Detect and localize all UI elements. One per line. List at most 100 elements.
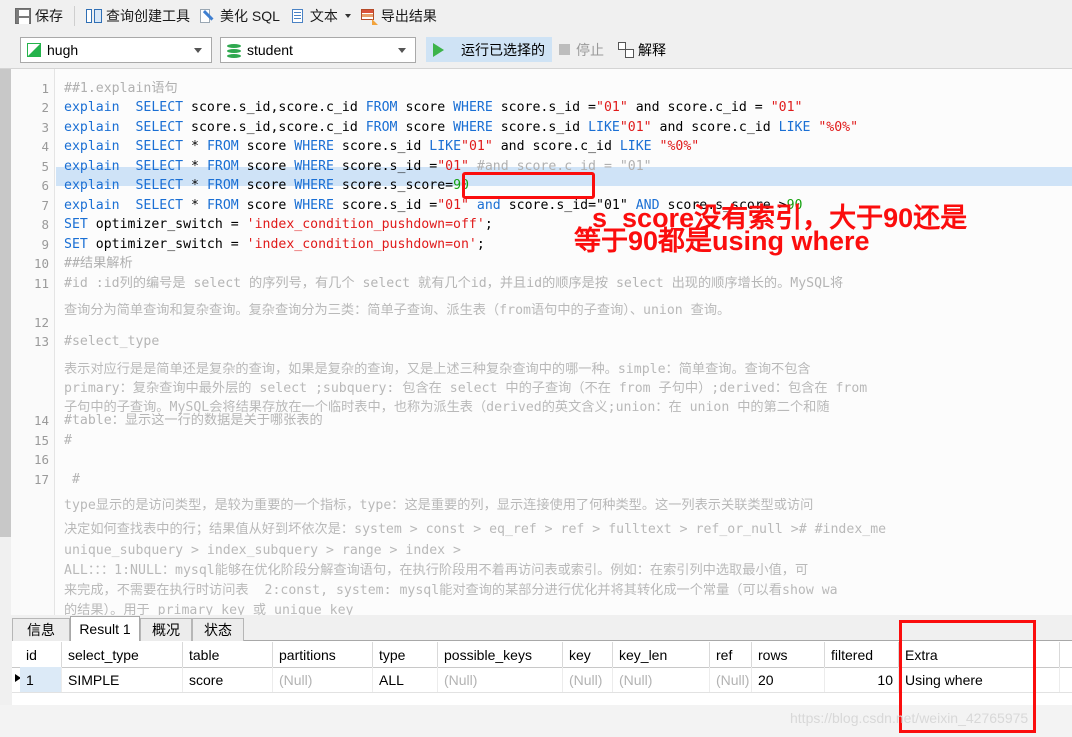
grid-cell-filtered[interactable]: 10 — [825, 667, 899, 692]
database-select[interactable]: student — [220, 36, 416, 63]
line-number: 3 — [41, 120, 49, 135]
code-line-2: explain SELECT score.s_id,score.c_id FRO… — [64, 100, 803, 115]
text-icon — [290, 8, 306, 24]
line-number: 17 — [33, 472, 49, 487]
line-number: 4 — [41, 139, 49, 154]
grid-cell-partitions[interactable]: (Null) — [273, 667, 373, 692]
code-line-17: # — [64, 472, 80, 487]
export-icon — [360, 8, 378, 25]
line-number: 13 — [33, 334, 49, 349]
run-selected-label: 运行已选择的 — [461, 41, 545, 58]
wrapped-text-line-9: 的结果）。用于 primary key 或 unique key — [64, 603, 354, 615]
beautify-sql-button-label: 美化 SQL — [220, 7, 280, 24]
line-number: 15 — [33, 433, 49, 448]
grid-cell-rows[interactable]: 20 — [752, 667, 825, 692]
grid-column-header-filtered[interactable]: filtered — [825, 642, 899, 667]
wrapped-text-line-8: 来完成，不需要在执行时访问表 2:const, system: mysql能对查… — [64, 583, 838, 598]
grid-column-header-rows[interactable]: rows — [752, 642, 825, 667]
grid-column-header-key_len[interactable]: key_len — [613, 642, 710, 667]
run-icon — [433, 42, 455, 57]
code-line-6: explain SELECT * FROM score WHERE score.… — [64, 178, 469, 193]
grid-column-header-id[interactable]: id — [20, 642, 62, 667]
run-selected-button[interactable]: 运行已选择的 — [426, 37, 552, 62]
explain-label: 解释 — [638, 41, 666, 58]
code-line-3: explain SELECT score.s_id,score.c_id FRO… — [64, 120, 859, 135]
line-number: 14 — [33, 413, 49, 428]
scrollbar-thumb[interactable] — [0, 69, 11, 537]
stop-button[interactable]: 停止 — [552, 37, 611, 62]
grid-column-header-possible_keys[interactable]: possible_keys — [438, 642, 563, 667]
code-area[interactable]: ##1.explain语句 explain SELECT score.s_id,s… — [56, 69, 1072, 615]
tab-info[interactable]: 信息 — [12, 618, 70, 641]
code-line-10: ##结果解析 — [64, 256, 133, 271]
annotation-box-s-score — [462, 172, 595, 199]
grid-column-header-type[interactable]: type — [373, 642, 438, 667]
grid-column-header-partitions[interactable]: partitions — [273, 642, 373, 667]
code-line-8: SET optimizer_switch = 'index_condition_… — [64, 217, 493, 232]
grid-cell-possible_keys[interactable]: (Null) — [438, 667, 563, 692]
chevron-down-icon[interactable] — [398, 47, 406, 53]
tab-result-1[interactable]: Result 1 — [70, 616, 140, 641]
explain-button[interactable]: 解释 — [611, 37, 673, 62]
chevron-down-icon[interactable] — [194, 47, 202, 53]
save-button[interactable]: 保存 — [10, 4, 68, 28]
wrapped-text-line-7: ALL：：：1:NULL：mysql能够在优化阶段分解查询语句，在执行阶段用不着… — [64, 563, 809, 578]
code-line-1: ##1.explain语句 — [64, 81, 178, 96]
wrapped-text-line-3: 子句中的子查询。MySQL会将结果存放在一个临时表中，也称为派生表（derive… — [64, 400, 830, 415]
grid-column-header-select_type[interactable]: select_type — [62, 642, 183, 667]
wrapped-text-line-2: primary：复杂查询中最外层的 select ;subquery: 包含在 … — [64, 381, 868, 396]
connection-bar: hugh student 运行已选择的 停止 解释 — [0, 31, 1072, 68]
stop-label: 停止 — [576, 41, 604, 58]
grid-cell-select_type[interactable]: SIMPLE — [62, 667, 183, 692]
grid-cell-key[interactable]: (Null) — [563, 667, 613, 692]
grid-column-header-key[interactable]: key — [563, 642, 613, 667]
export-result-button[interactable]: 导出结果 — [356, 4, 442, 28]
code-line-4: explain SELECT * FROM score WHERE score.… — [64, 139, 700, 154]
code-line-11: #id :id列的编号是 select 的序列号，有几个 select 就有几个… — [64, 276, 844, 291]
query-builder-icon — [86, 8, 102, 24]
editor-vertical-scrollbar[interactable] — [0, 69, 11, 615]
watermark: https://blog.csdn.net/weixin_42765975 — [790, 710, 1029, 726]
text-button-label: 文本 — [309, 7, 338, 24]
wrapped-text-line-1: 表示对应行是是简单还是复杂的查询，如果是复杂的查询，又是上述三种复杂查询中的哪一… — [64, 362, 811, 377]
database-icon — [227, 43, 241, 57]
line-number-gutter: 1 2 3 4 5 6 7 8 9 10 11 12 13 14 15 16 17 — [11, 69, 55, 615]
wrapped-text-line-4: type显示的是访问类型，是较为重要的一个指标，type：这是重要的列，显示连接… — [64, 498, 814, 513]
text-button[interactable]: 文本 — [285, 4, 356, 28]
connection-icon — [27, 42, 41, 57]
query-builder-button-label: 查询创建工具 — [106, 7, 190, 24]
sql-editor[interactable]: 1 2 3 4 5 6 7 8 9 10 11 12 13 14 15 16 17 ##1.explain语句 e… — [0, 68, 1072, 615]
save-button-label: 保存 — [35, 7, 63, 24]
grid-cell-ref[interactable]: (Null) — [710, 667, 752, 692]
connection-value: hugh — [47, 41, 79, 58]
code-line-15: # — [64, 433, 72, 448]
annotation-text-line-2: 等于90都是using where — [574, 226, 870, 256]
beautify-sql-icon — [200, 8, 216, 24]
line-number: 8 — [41, 217, 49, 232]
connection-select[interactable]: hugh — [20, 36, 212, 63]
wrapped-text-line-6: unique_subquery > index_subquery > range… — [64, 543, 461, 558]
grid-column-header-ref[interactable]: ref — [710, 642, 752, 667]
grid-column-header-table[interactable]: table — [183, 642, 273, 667]
tab-status[interactable]: 状态 — [192, 618, 244, 641]
code-line-9: SET optimizer_switch = 'index_condition_… — [64, 237, 485, 252]
line-number: 10 — [33, 256, 49, 271]
line-number: 9 — [41, 237, 49, 252]
query-builder-button[interactable]: 查询创建工具 — [81, 4, 195, 28]
line-number: 11 — [33, 276, 49, 291]
beautify-sql-button[interactable]: 美化 SQL — [195, 4, 285, 28]
toolbar-divider — [74, 5, 75, 26]
chevron-down-icon[interactable] — [344, 13, 351, 18]
line-number: 2 — [41, 100, 49, 115]
tab-profile[interactable]: 概况 — [140, 618, 192, 641]
code-line-13: #select_type — [64, 334, 160, 349]
grid-cell-key_len[interactable]: (Null) — [613, 667, 710, 692]
grid-cell-id[interactable]: 1 — [20, 667, 62, 692]
wrapped-text-line-5: 决定如何查找表中的行；结果值从好到坏依次是：system > const > e… — [64, 522, 887, 537]
line-number: 6 — [41, 178, 49, 193]
grid-cell-type[interactable]: ALL — [373, 667, 438, 692]
line-number: 7 — [41, 198, 49, 213]
navicat-query-editor-window: 保存 查询创建工具 美化 SQL 文本 导出结果 hugh student 运行… — [0, 0, 1072, 737]
line-number: 12 — [33, 315, 49, 330]
grid-cell-table[interactable]: score — [183, 667, 273, 692]
